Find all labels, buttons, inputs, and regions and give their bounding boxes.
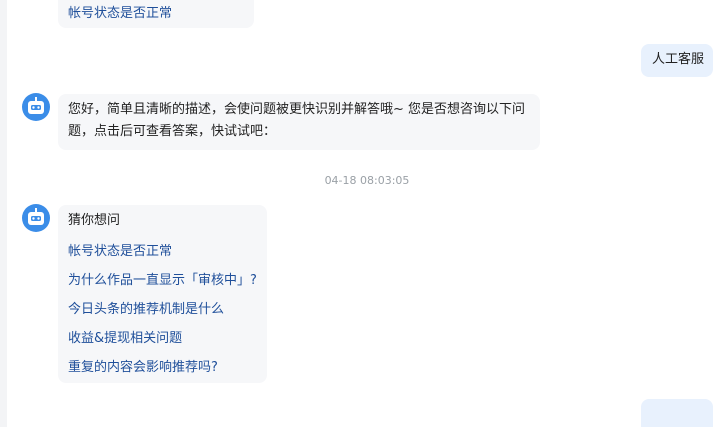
chat-window: 帐号状态是否正常 人工客服 您好，简单且清晰的描述，会使问题被更快识别并解答哦~… — [0, 0, 716, 427]
bot-reply-bubble: 您好，简单且清晰的描述，会使问题被更快识别并解答哦~ 您是否想咨询以下问 题，点… — [58, 94, 540, 150]
suggestion-item[interactable]: 重复的内容会影响推荐吗? — [68, 353, 257, 382]
suggestions-bubble: 猜你想问 帐号状态是否正常 为什么作品一直显示「审核中」? 今日头条的推荐机制是… — [58, 205, 267, 383]
message-timestamp: 04-18 08:03:05 — [324, 174, 410, 187]
bot-bubble-previous: 帐号状态是否正常 — [58, 0, 254, 28]
user-message-bubble-next — [641, 399, 713, 427]
bot-reply-line-2: 题，点击后可查看答案，快试试吧： — [68, 124, 277, 139]
user-message-bubble: 人工客服 — [641, 44, 713, 77]
suggestion-item[interactable]: 收益&提现相关问题 — [68, 324, 257, 353]
bot-avatar — [22, 93, 50, 121]
suggestion-item[interactable]: 为什么作品一直显示「审核中」? — [68, 266, 257, 295]
suggestion-item[interactable]: 帐号状态是否正常 — [68, 237, 257, 266]
bot-reply-line-1: 您好，简单且清晰的描述，会使问题被更快识别并解答哦~ 您是否想咨询以下问 — [68, 102, 526, 117]
robot-icon — [28, 97, 44, 114]
bot-avatar — [22, 204, 50, 232]
suggest-link-previous[interactable]: 帐号状态是否正常 — [68, 3, 244, 25]
suggestions-title: 猜你想问 — [68, 213, 121, 228]
robot-icon — [28, 208, 44, 225]
left-rail — [0, 0, 7, 427]
suggestion-item[interactable]: 今日头条的推荐机制是什么 — [68, 295, 257, 324]
user-message-text: 人工客服 — [652, 52, 705, 67]
